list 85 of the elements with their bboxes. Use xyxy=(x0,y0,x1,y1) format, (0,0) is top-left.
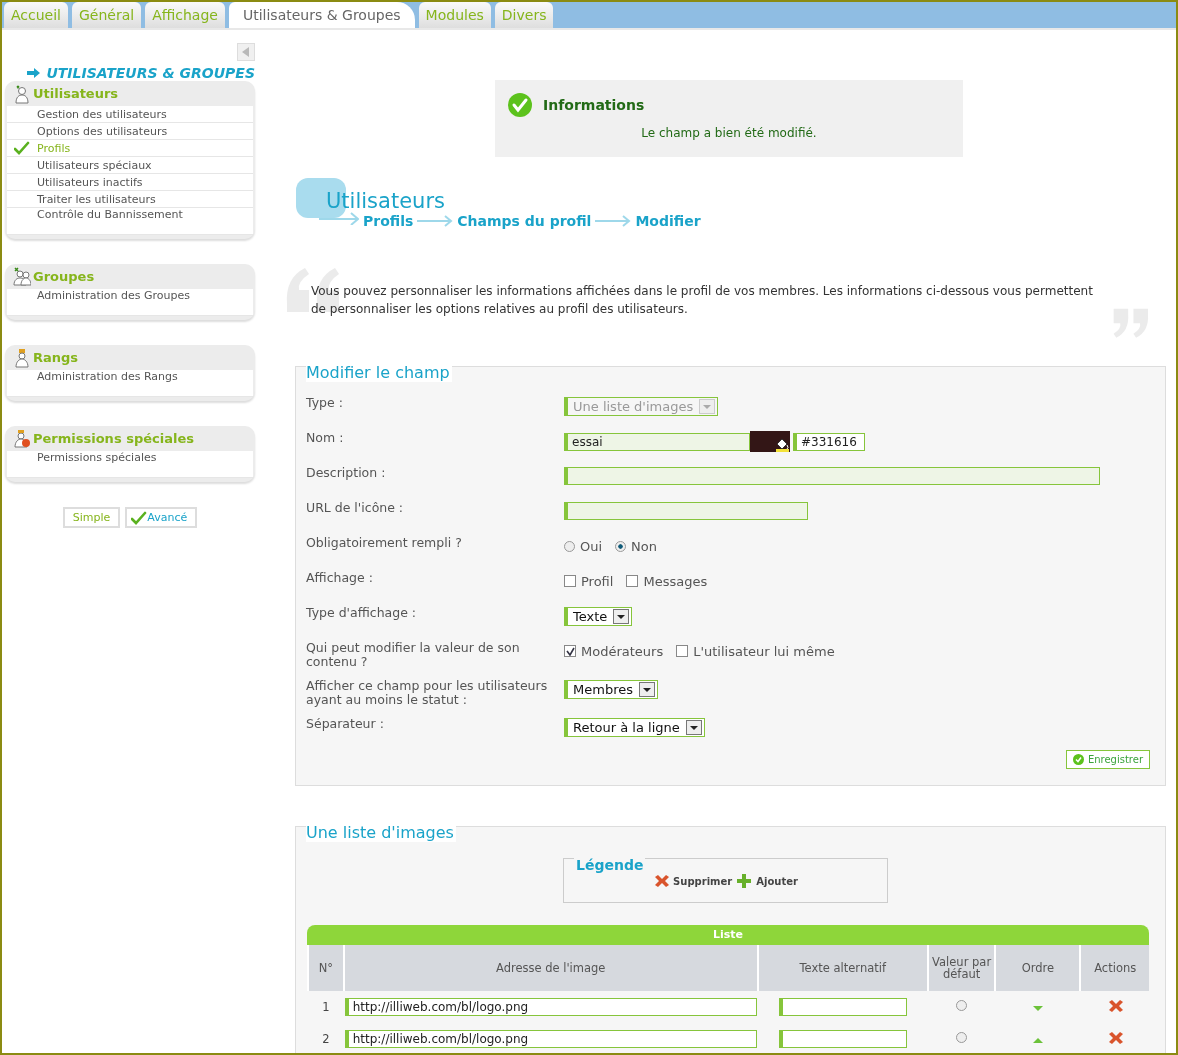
move-button[interactable] xyxy=(1032,1006,1043,1011)
dropdown[interactable]: Retour à la ligne xyxy=(564,717,705,737)
column-header: Actions xyxy=(1080,945,1149,991)
input-field[interactable]: http://illiweb.com/bl/logo.png xyxy=(344,1030,757,1048)
collapse-button[interactable] xyxy=(237,43,255,61)
input-field[interactable] xyxy=(778,1030,907,1048)
option-label: Messages xyxy=(643,573,708,589)
column-header: Ordre xyxy=(995,945,1081,991)
person-icon xyxy=(13,266,31,287)
right-arrow-icon xyxy=(417,215,454,227)
column-header: Texte alternatif xyxy=(757,945,928,991)
person-icon xyxy=(13,347,31,368)
left-triangle-icon xyxy=(242,47,250,57)
checkmark-icon xyxy=(14,141,30,155)
field-label: Nom : xyxy=(306,431,345,447)
field-label: Type d'affichage : xyxy=(306,606,418,622)
checkmark-icon xyxy=(565,646,575,656)
panel-title: Utilisateurs xyxy=(33,86,119,101)
checkbox[interactable] xyxy=(676,645,689,657)
tab[interactable]: Utilisateurs & Groupes xyxy=(228,2,415,28)
option-label: Profil xyxy=(581,573,614,589)
panel-title: Permissions spéciales xyxy=(33,431,194,446)
person-icon xyxy=(13,428,31,449)
column-header: Valeur par défaut xyxy=(927,945,996,991)
radio[interactable] xyxy=(615,540,627,552)
option-label: Modérateurs xyxy=(581,643,664,659)
column-header: N° xyxy=(308,945,344,991)
input-field[interactable] xyxy=(564,502,808,520)
option-label: Non xyxy=(631,538,657,554)
page-title: Utilisateurs xyxy=(326,189,445,213)
field-label: Description : xyxy=(306,466,387,482)
color-picker-button[interactable] xyxy=(750,431,790,452)
move-button[interactable] xyxy=(1032,1038,1043,1043)
checkbox[interactable] xyxy=(626,575,639,587)
section-title: Une liste d'images xyxy=(306,823,456,842)
input-field[interactable] xyxy=(778,998,907,1016)
table-title: Liste xyxy=(307,925,1149,945)
down-triangle-icon xyxy=(1032,1006,1043,1011)
plus-icon xyxy=(736,873,753,889)
checkbox[interactable] xyxy=(564,645,576,657)
intro-paragraph: Vous pouvez personnaliser les informations affichées dans le profil de vos membres. Les informations ci-dessous vous permettent de personnaliser les options relatives au profil des utilisateurs. xyxy=(311,283,1094,318)
field-label: URL de l'icône : xyxy=(306,501,405,517)
caret-icon xyxy=(685,719,702,735)
radio[interactable] xyxy=(564,540,575,552)
paint-bucket-icon xyxy=(774,436,790,452)
section-title: Modifier le champ xyxy=(306,363,452,382)
info-title: Informations xyxy=(543,97,645,113)
checkmark-icon xyxy=(131,510,148,525)
up-triangle-icon xyxy=(1032,1038,1043,1043)
cross-icon xyxy=(653,873,670,889)
column-header: Adresse de l'image xyxy=(343,945,758,991)
legend-title: Légende xyxy=(574,857,646,873)
option-label: Oui xyxy=(580,538,603,554)
dropdown[interactable]: Membres xyxy=(564,679,658,699)
right-arrow-icon xyxy=(595,215,632,227)
panel-title: Groupes xyxy=(33,269,95,284)
caret-icon xyxy=(613,608,630,624)
check-circle-icon xyxy=(1072,754,1084,765)
field-label: Qui peut modifier la valeur de son contenu ? xyxy=(306,641,521,669)
checkbox[interactable] xyxy=(564,575,576,587)
dropdown[interactable]: Texte xyxy=(564,606,633,626)
panel-title: Rangs xyxy=(33,350,79,365)
color-code-field[interactable]: #331616 xyxy=(793,432,865,451)
input-field[interactable]: http://illiweb.com/bl/logo.png xyxy=(344,998,757,1016)
radio[interactable] xyxy=(956,1000,968,1011)
row-number: 2 xyxy=(322,1032,330,1046)
row-number: 1 xyxy=(322,1000,330,1014)
right-arrow-icon xyxy=(27,68,41,78)
field-label: Type : xyxy=(306,396,344,412)
info-message: Le champ a bien été modifié. xyxy=(640,126,818,140)
sidebar-title: UTILISATEURS & GROUPES xyxy=(46,65,255,81)
input-field[interactable]: essai xyxy=(564,432,750,451)
radio[interactable] xyxy=(956,1032,968,1043)
field-label: Séparateur : xyxy=(306,717,385,733)
caret-icon xyxy=(699,398,716,414)
input-field[interactable] xyxy=(564,467,1100,485)
caret-icon xyxy=(638,681,655,697)
legend-label: Supprimer xyxy=(673,875,733,887)
field-label: Afficher ce champ pour les utilisateurs ayant au moins le statut : xyxy=(306,679,549,707)
option-label: L'utilisateur lui même xyxy=(693,643,835,659)
field-label: Obligatoirement rempli ? xyxy=(306,536,463,552)
field-label: Affichage : xyxy=(306,571,374,587)
legend-label: Ajouter xyxy=(756,875,798,887)
check-circle-icon xyxy=(507,92,533,118)
person-icon xyxy=(13,83,31,104)
